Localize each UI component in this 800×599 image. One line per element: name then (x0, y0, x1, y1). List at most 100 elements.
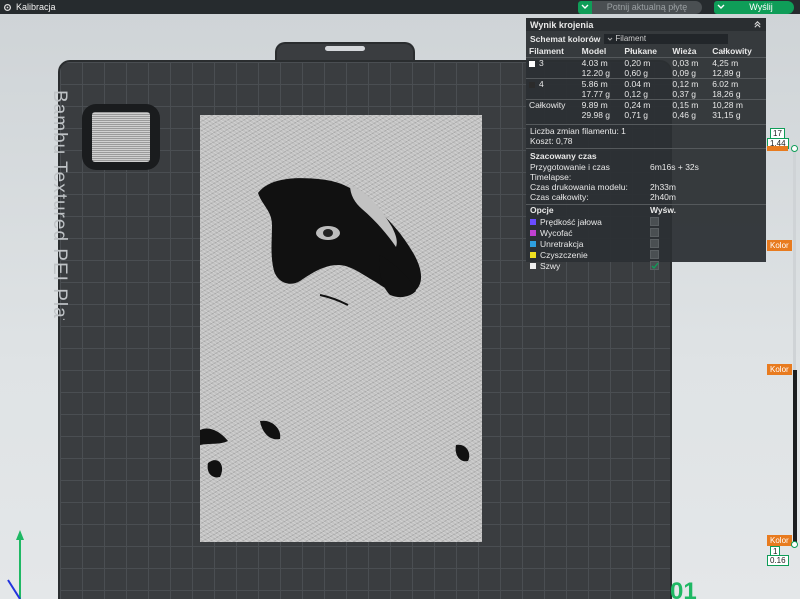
bottom-layer-handle[interactable] (791, 541, 798, 548)
total-cell: 10,28 m 31,15 g (709, 99, 766, 120)
display-label: Wyśw. (650, 205, 676, 215)
flush-cell: 0,24 m 0,71 g (621, 99, 670, 120)
filament-cell: 4 (526, 78, 579, 100)
value: 12,89 g (712, 68, 741, 78)
time-row: Przygotowanie i czas Timelapse: 6m16s + … (526, 162, 766, 182)
option-label: Czyszczenie (540, 249, 588, 260)
value: 12.20 g (581, 68, 611, 78)
app-title-text: Kalibracja (16, 2, 56, 12)
value: 0,03 m (672, 58, 699, 68)
table-header-row: Filament Model Płukane Wieża Całkowity (526, 45, 766, 58)
option-swatch (530, 251, 536, 258)
option-label: Unretrakcja (540, 238, 584, 249)
color-scheme-select[interactable]: Filament (604, 33, 729, 44)
total-cell: 4,25 m 12,89 g (709, 57, 766, 79)
send-dropdown-button[interactable] (714, 0, 728, 14)
panel-header[interactable]: Wynik krojenia (526, 18, 766, 31)
color-change-marker[interactable]: Kolor (767, 364, 792, 375)
value: 0,46 g (672, 110, 697, 120)
filament-id: 4 (539, 79, 544, 89)
value: 0,71 g (624, 110, 649, 120)
time-value: 6m16s + 32s (650, 162, 699, 172)
value: 0,20 m (624, 58, 651, 68)
value: 9.89 m (581, 100, 608, 110)
time-label: Czas całkowity: (530, 192, 589, 202)
option-checkbox[interactable] (650, 250, 659, 259)
filament-id: 3 (539, 58, 544, 68)
bed-handle-slot (325, 46, 365, 51)
tower-cell: 0,15 m 0,46 g (669, 99, 710, 120)
filament-id: Całkowity (529, 100, 566, 110)
option-row: Prędkość jałowa (526, 216, 766, 227)
value: 0,09 g (672, 68, 697, 78)
filament-changes: Liczba zmian filamentu: 1 (526, 124, 766, 136)
gear-icon (3, 3, 12, 11)
table-row: 3 4.03 m 12.20 g 0,20 m 0,60 g 0,03 m 0,09 … (526, 57, 766, 79)
color-change-marker[interactable]: Kolor (767, 535, 792, 546)
estimated-time-title: Szacowany czas (526, 148, 766, 162)
filament-cell: Całkowity (526, 99, 579, 120)
axis-gizmo (7, 530, 24, 599)
value: 31,15 g (712, 110, 741, 120)
column-header: Płukane (624, 46, 658, 56)
option-label: Wycofać (540, 227, 573, 238)
value: 17.77 g (581, 89, 611, 99)
bottom-layer-height: 0.16 (767, 555, 789, 566)
filament-cell: 3 (526, 57, 579, 79)
value: 0.04 m (624, 79, 651, 89)
slicing-result-panel: Wynik krojenia Schemat kolorów Filament … (526, 18, 766, 271)
column-header: Model (581, 46, 607, 56)
tower-cell: 0,12 m 0,37 g (669, 78, 710, 100)
option-label: Szwy (540, 260, 561, 271)
column-header: Filament (529, 46, 564, 56)
print-image (200, 178, 470, 478)
chevron-down-icon (717, 4, 725, 9)
flush-cell: 0,20 m 0,60 g (621, 57, 670, 79)
bed-label: Bambu Textured PEI Plate (49, 90, 70, 320)
sliced-print-model[interactable] (200, 115, 482, 542)
option-swatch (530, 240, 536, 247)
value: 5.86 m (581, 79, 608, 89)
color-scheme-label: Schemat kolorów (530, 33, 601, 44)
options-header: Opcje Wyśw. (526, 204, 766, 216)
filament-table: Filament Model Płukane Wieża Całkowity 3… (526, 45, 766, 120)
option-row: Wycofać (526, 227, 766, 238)
color-change-marker[interactable]: Kolor (767, 240, 792, 251)
value: 10,28 m (712, 100, 743, 110)
top-layer-handle[interactable] (791, 145, 798, 152)
option-checkbox[interactable] (650, 239, 659, 248)
send-group: Wyślij (714, 0, 794, 14)
chevron-down-icon (581, 4, 589, 9)
time-label: Przygotowanie i czas Timelapse: (530, 162, 610, 182)
time-row: Czas drukowania modelu: 2h33m (526, 182, 766, 192)
option-swatch (530, 218, 536, 225)
model-cell: 9.89 m 29.98 g (578, 99, 622, 120)
value: 4.03 m (581, 58, 608, 68)
slice-dropdown-button[interactable] (578, 0, 592, 14)
option-row: Szwy (526, 260, 766, 271)
check-icon (651, 262, 659, 270)
option-swatch (530, 229, 536, 236)
plate-number: 01 (670, 578, 697, 599)
send-button[interactable]: Wyślij (728, 0, 794, 14)
value: 4,25 m (712, 58, 739, 68)
slice-plate-button[interactable]: Potnij aktualną płytę (592, 0, 702, 14)
options-label: Opcje (530, 205, 554, 215)
collapse-icon[interactable] (753, 20, 762, 29)
table-row: 4 5.86 m 17.77 g 0.04 m 0,12 g 0,12 m 0,37 … (526, 78, 766, 100)
option-swatch (530, 262, 536, 269)
total-cell: 6.02 m 18,26 g (709, 78, 766, 100)
option-checkbox[interactable] (650, 228, 659, 237)
value: 0,12 g (624, 89, 649, 99)
value: 0,15 m (672, 100, 699, 110)
calibration-object-surface (92, 112, 150, 162)
app-title: Kalibracja (0, 2, 56, 12)
time-row: Czas całkowity: 2h40m (526, 192, 766, 202)
option-checkbox[interactable] (650, 217, 659, 226)
value: 0,24 m (624, 100, 651, 110)
value: 0,37 g (672, 89, 697, 99)
cost: Koszt: 0,78 (530, 136, 573, 146)
option-checkbox[interactable] (650, 261, 659, 270)
flush-cell: 0.04 m 0,12 g (621, 78, 670, 100)
column-header: Całkowity (712, 46, 752, 56)
